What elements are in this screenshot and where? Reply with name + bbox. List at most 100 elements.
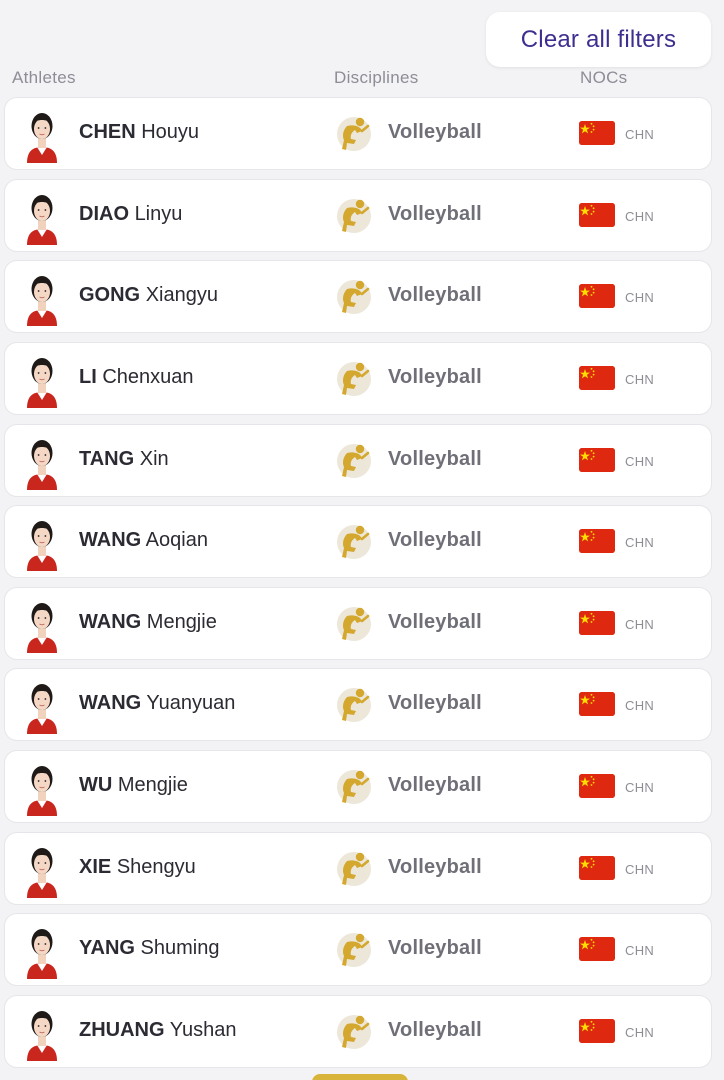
volleyball-pictogram-icon (335, 685, 373, 725)
athlete-given-name: Yushan (169, 1019, 237, 1042)
column-header-nocs: NOCs (580, 68, 628, 87)
athlete-name[interactable]: WANG Mengjie (79, 611, 217, 634)
volleyball-pictogram-icon (335, 196, 373, 236)
athlete-name[interactable]: WU Mengjie (79, 774, 188, 797)
discipline-label: Volleyball (388, 202, 482, 225)
athlete-given-name: Chenxuan (102, 365, 194, 388)
athlete-avatar (21, 187, 63, 245)
athlete-avatar (21, 758, 63, 817)
athlete-avatar (21, 595, 63, 653)
noc-code: CHN (625, 780, 655, 796)
discipline-label: Volleyball (388, 529, 482, 552)
athlete-surname: GONG (79, 284, 141, 307)
athlete-avatar (21, 1003, 63, 1062)
china-flag-icon (579, 937, 615, 962)
china-flag-icon (579, 365, 615, 390)
discipline-label: Volleyball (388, 774, 482, 797)
volleyball-pictogram-icon (335, 767, 373, 807)
athlete-given-name: Shengyu (116, 855, 196, 878)
athlete-surname: WANG (79, 529, 142, 552)
athlete-row[interactable]: TANG Xin Volleyball CHN (4, 423, 712, 497)
volleyball-pictogram-icon (335, 114, 373, 154)
athlete-avatar (21, 350, 63, 408)
athlete-surname: LI (79, 365, 97, 388)
noc-code: CHN (625, 943, 655, 959)
athlete-given-name: Xiangyu (145, 284, 218, 307)
athlete-row[interactable]: WANG Aoqian Volleyball CHN (4, 505, 712, 579)
athlete-row[interactable]: DIAO Linyu Volleyball CHN (4, 178, 712, 252)
column-header-disciplines: Disciplines (334, 68, 419, 87)
china-flag-icon (579, 121, 615, 145)
volleyball-pictogram-icon (335, 522, 373, 562)
athlete-name[interactable]: ZHUANG Yushan (79, 1019, 236, 1042)
discipline-label: Volleyball (388, 692, 482, 715)
discipline-label: Volleyball (388, 121, 482, 143)
athlete-avatar (21, 105, 63, 163)
discipline-label: Volleyball (388, 610, 482, 633)
athlete-name[interactable]: WANG Yuanyuan (79, 692, 235, 715)
athlete-row[interactable]: CHEN Houyu Volleyball CHN (4, 97, 712, 170)
athlete-name[interactable]: XIE Shengyu (79, 856, 196, 879)
athlete-name[interactable]: GONG Xiangyu (79, 284, 218, 307)
volleyball-pictogram-icon (335, 441, 373, 481)
column-header-athletes: Athletes (12, 68, 76, 87)
athlete-row[interactable]: LI Chenxuan Volleyball CHN (4, 341, 712, 415)
clear-all-filters-button[interactable]: Clear all filters (486, 12, 711, 67)
athlete-row[interactable]: YANG Shuming Volleyball CHN (4, 913, 712, 987)
athlete-row[interactable]: GONG Xiangyu Volleyball CHN (4, 260, 712, 334)
bottom-partial-button[interactable] (312, 1074, 408, 1080)
athlete-surname: WU (79, 774, 113, 797)
china-flag-icon (579, 202, 615, 227)
athlete-avatar (21, 268, 63, 327)
discipline-label: Volleyball (388, 447, 482, 470)
noc-code: CHN (625, 698, 655, 714)
china-flag-icon (579, 774, 615, 799)
china-flag-icon (579, 855, 615, 880)
noc-code: CHN (625, 371, 655, 387)
athlete-given-name: Shuming (140, 937, 220, 960)
athlete-given-name: Houyu (141, 121, 200, 143)
athlete-name[interactable]: WANG Aoqian (79, 529, 208, 552)
volleyball-pictogram-icon (335, 930, 373, 970)
athlete-name[interactable]: CHEN Houyu (79, 121, 199, 144)
athlete-avatar (21, 840, 63, 898)
athlete-given-name: Xin (139, 447, 169, 470)
athlete-surname: YANG (79, 937, 135, 960)
athlete-name[interactable]: TANG Xin (79, 448, 169, 471)
athlete-row[interactable]: XIE Shengyu Volleyball CHN (4, 831, 712, 905)
discipline-label: Volleyball (388, 284, 482, 307)
athlete-name[interactable]: DIAO Linyu (79, 203, 182, 226)
volleyball-pictogram-icon (335, 849, 373, 889)
athlete-given-name: Linyu (134, 202, 183, 225)
discipline-label: Volleyball (388, 937, 482, 960)
discipline-label: Volleyball (388, 365, 482, 388)
athlete-surname: DIAO (79, 202, 129, 225)
athlete-surname: TANG (79, 447, 135, 470)
athlete-given-name: Aoqian (145, 529, 208, 552)
athlete-surname: WANG (79, 692, 142, 715)
athlete-row[interactable]: WANG Yuanyuan Volleyball CHN (4, 668, 712, 742)
noc-code: CHN (625, 535, 655, 551)
china-flag-icon (579, 284, 615, 309)
china-flag-icon (579, 529, 615, 554)
noc-code: CHN (625, 208, 655, 224)
athlete-list: CHEN Houyu Volleyball CHN DIAO Linyu Vol… (4, 97, 712, 1077)
athlete-list-page: Clear all filters Athletes Disciplines N… (0, 0, 724, 1080)
athlete-row[interactable]: WU Mengjie Volleyball CHN (4, 750, 712, 824)
athlete-name[interactable]: YANG Shuming (79, 937, 219, 960)
athlete-row[interactable]: WANG Mengjie Volleyball CHN (4, 586, 712, 660)
athlete-row[interactable]: ZHUANG Yushan Volleyball CHN (4, 995, 712, 1069)
noc-code: CHN (625, 127, 655, 142)
volleyball-pictogram-icon (335, 1012, 373, 1052)
china-flag-icon (579, 447, 615, 472)
athlete-avatar (21, 676, 63, 735)
athlete-surname: XIE (79, 855, 112, 878)
discipline-label: Volleyball (388, 855, 482, 878)
volleyball-pictogram-icon (335, 604, 373, 644)
volleyball-pictogram-icon (335, 359, 373, 399)
athlete-name[interactable]: LI Chenxuan (79, 366, 194, 389)
noc-code: CHN (625, 1025, 655, 1041)
athlete-surname: WANG (79, 610, 142, 633)
athlete-given-name: Yuanyuan (146, 692, 236, 715)
noc-code: CHN (625, 290, 655, 306)
